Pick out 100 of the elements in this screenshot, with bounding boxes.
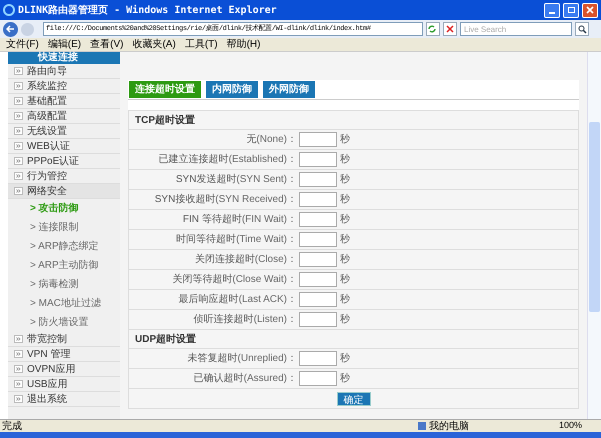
field-label: SYN发送超时(SYN Sent)： <box>174 172 298 187</box>
double-chevron-icon <box>14 335 23 343</box>
double-chevron-icon <box>14 127 23 135</box>
tab[interactable]: 内网防御 <box>206 81 258 98</box>
tab[interactable]: 连接超时设置 <box>129 81 201 98</box>
window-title: DLINK路由器管理页 - Windows Internet Explorer <box>18 4 278 18</box>
field-label: 时间等待超时(Time Wait)： <box>175 232 298 247</box>
field-label: 最后响应超时(Last ACK)： <box>178 292 298 307</box>
zone-label: 我的电脑 <box>429 420 470 434</box>
double-chevron-icon <box>14 187 23 195</box>
menu-item[interactable]: 帮助(H) <box>226 40 260 50</box>
scrollbar[interactable] <box>587 52 601 419</box>
input-field[interactable] <box>299 351 337 366</box>
status-text: 完成 <box>2 420 23 434</box>
sidebar-item[interactable]: USB应用 <box>8 377 120 392</box>
zoom-level[interactable]: 100% <box>559 419 599 433</box>
input-field[interactable] <box>299 371 337 386</box>
unit-label: 秒 <box>340 372 350 386</box>
search-field[interactable]: Live Search <box>460 22 572 36</box>
browser-icon <box>3 4 15 16</box>
sidebar-item[interactable]: OVPN应用 <box>8 362 120 377</box>
sidebar-item[interactable]: 无线设置 <box>8 124 120 139</box>
close-button[interactable] <box>582 2 598 18</box>
field-label: 已建立连接超时(Established)： <box>158 152 298 167</box>
input-field[interactable] <box>299 232 337 247</box>
refresh-icon <box>427 24 437 34</box>
search-icon <box>578 24 586 34</box>
field-label: 无(None)： <box>245 133 298 147</box>
restore-button[interactable] <box>563 2 579 18</box>
input-field[interactable] <box>299 272 337 287</box>
double-chevron-icon <box>14 380 23 388</box>
unit-label: 秒 <box>340 312 350 327</box>
sidebar-subitem[interactable]: > 病毒检测 <box>8 275 120 294</box>
sidebar-subitem[interactable]: > ARP静态绑定 <box>8 237 120 256</box>
input-field[interactable] <box>299 132 337 147</box>
close-icon <box>586 6 594 14</box>
sidebar-header[interactable]: 快速连接 <box>8 52 120 64</box>
input-field[interactable] <box>299 192 337 207</box>
input-field[interactable] <box>299 172 337 187</box>
sidebar-item[interactable]: 带宽控制 <box>8 332 120 347</box>
unit-label: 秒 <box>340 152 350 167</box>
search-button[interactable] <box>575 22 589 36</box>
sidebar-item[interactable]: WEB认证 <box>8 139 120 154</box>
sidebar-subitem[interactable]: > MAC地址过滤 <box>8 294 120 313</box>
double-chevron-icon <box>14 157 23 165</box>
input-field[interactable] <box>299 312 337 327</box>
back-button[interactable] <box>3 22 18 36</box>
field-label: FIN 等待超时(FIN Wait)： <box>182 212 298 227</box>
sidebar-subitem[interactable]: > ARP主动防御 <box>8 256 120 275</box>
unit-label: 秒 <box>340 212 350 227</box>
field-label: 侦听连接超时(Listen)： <box>192 312 298 327</box>
field-label: 关闭等待超时(Close Wait)： <box>171 272 298 287</box>
sidebar-item[interactable]: 网络安全 <box>8 184 120 199</box>
sidebar-item[interactable]: 高级配置 <box>8 109 120 124</box>
double-chevron-icon <box>14 82 23 90</box>
sidebar-item[interactable]: 基础配置 <box>8 94 120 109</box>
unit-label: 秒 <box>340 192 350 207</box>
sidebar-subitem[interactable]: > 连接限制 <box>8 218 120 237</box>
unit-label: 秒 <box>340 252 350 267</box>
field-label: 关闭连接超时(Close)： <box>194 252 298 267</box>
double-chevron-icon <box>14 350 23 358</box>
forward-button[interactable] <box>21 22 34 36</box>
double-chevron-icon <box>14 395 23 403</box>
input-field[interactable] <box>299 252 337 267</box>
minimize-button[interactable] <box>544 2 560 18</box>
input-field[interactable] <box>299 212 337 227</box>
input-field[interactable] <box>299 152 337 167</box>
sidebar-item[interactable]: VPN 管理 <box>8 347 120 362</box>
unit-label: 秒 <box>340 352 350 366</box>
sidebar-subitem[interactable]: > 防火墙设置 <box>8 313 120 332</box>
menu-item[interactable]: 收藏夹(A) <box>132 40 176 50</box>
field-label: SYN接收超时(SYN Received)： <box>154 192 298 207</box>
sidebar-item[interactable]: 退出系统 <box>8 392 120 407</box>
section-title: TCP超时设置 <box>129 111 578 130</box>
tab[interactable]: 外网防御 <box>263 81 315 98</box>
menu-item[interactable]: 工具(T) <box>184 40 218 50</box>
input-field[interactable] <box>299 292 337 307</box>
double-chevron-icon <box>14 172 23 180</box>
unit-label: 秒 <box>340 132 350 147</box>
double-chevron-icon <box>14 67 23 75</box>
menu-item[interactable]: 文件(F) <box>6 40 39 50</box>
unit-label: 秒 <box>340 232 350 247</box>
section-title: UDP超时设置 <box>129 330 578 349</box>
sidebar-item[interactable]: 系统监控 <box>8 79 120 94</box>
sidebar-item[interactable]: 路由向导 <box>8 64 120 79</box>
double-chevron-icon <box>14 97 23 105</box>
refresh-button[interactable] <box>426 22 440 36</box>
confirm-button[interactable]: 确定 <box>336 392 370 406</box>
unit-label: 秒 <box>340 172 350 187</box>
unit-label: 秒 <box>340 292 350 307</box>
back-arrow-icon <box>6 25 15 33</box>
menu-item[interactable]: 编辑(E) <box>48 40 82 50</box>
sidebar-item[interactable]: PPPoE认证 <box>8 154 120 169</box>
stop-button[interactable] <box>443 22 457 36</box>
double-chevron-icon <box>14 142 23 150</box>
double-chevron-icon <box>14 365 23 373</box>
double-chevron-icon <box>14 112 23 120</box>
close-icon <box>446 25 454 33</box>
menu-item[interactable]: 查看(V) <box>90 40 124 50</box>
field-label: 已确认超时(Assured)： <box>192 372 298 386</box>
